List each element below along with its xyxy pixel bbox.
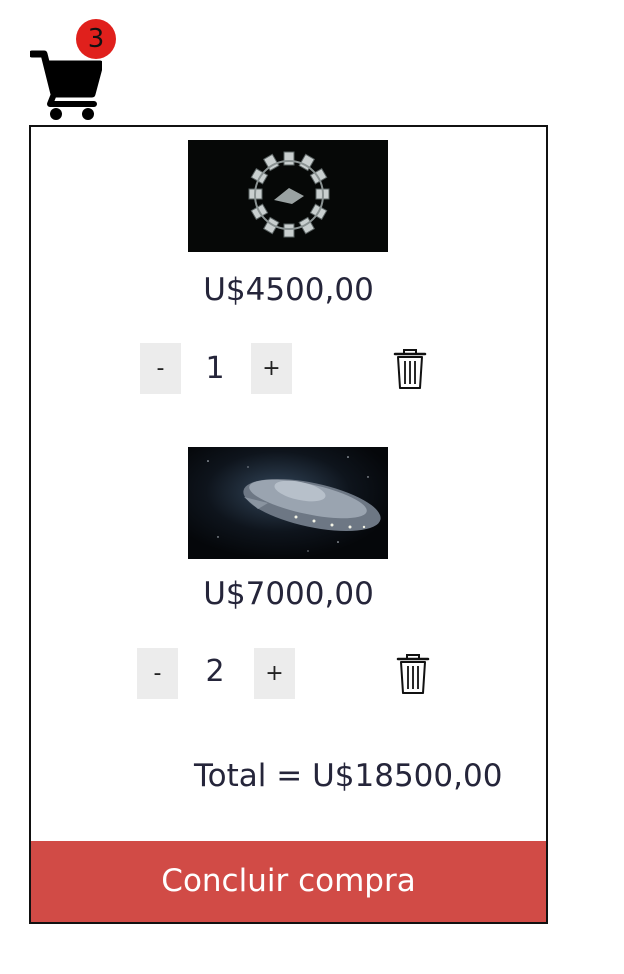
increase-quantity-button[interactable]: +: [251, 343, 292, 394]
remove-item-button[interactable]: [395, 653, 431, 695]
shopping-cart-icon[interactable]: [28, 48, 104, 120]
item-price: U$4500,00: [203, 272, 374, 308]
trash-icon: [392, 348, 428, 390]
decrease-quantity-button[interactable]: -: [137, 648, 178, 699]
item-quantity: 2: [205, 654, 225, 689]
trash-icon: [395, 653, 431, 695]
cart-count-badge: 3: [76, 19, 116, 59]
item-price: U$7000,00: [203, 576, 374, 612]
cart-total: Total = U$18500,00: [194, 758, 503, 794]
decrease-quantity-button[interactable]: -: [140, 343, 181, 394]
remove-item-button[interactable]: [392, 348, 428, 390]
item-quantity: 1: [205, 351, 225, 386]
cart-panel: U$4500,00 - 1 + U$7000,00 - 2 + Total = …: [29, 125, 548, 924]
product-image: [188, 140, 388, 252]
cart-header: 3: [28, 16, 120, 120]
increase-quantity-button[interactable]: +: [254, 648, 295, 699]
product-image: [188, 447, 388, 559]
checkout-button[interactable]: Concluir compra: [31, 841, 546, 922]
